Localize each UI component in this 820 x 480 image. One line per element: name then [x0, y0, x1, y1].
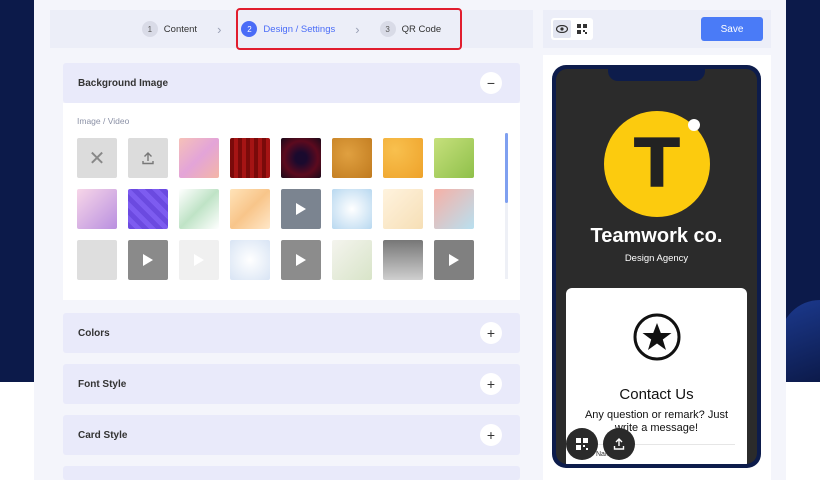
background-tile[interactable]: [383, 138, 423, 178]
share-fab-button[interactable]: [603, 428, 635, 460]
background-tile[interactable]: [332, 189, 372, 229]
background-tile[interactable]: [383, 240, 423, 280]
background-tile[interactable]: [128, 189, 168, 229]
step-qr-code[interactable]: 3 QR Code: [379, 21, 442, 37]
step-design-settings[interactable]: 2 Design / Settings: [241, 21, 335, 37]
close-icon: ✕: [88, 147, 106, 170]
card-title: Contact Us: [619, 386, 694, 403]
step-number: 2: [241, 21, 258, 37]
collapse-button[interactable]: −: [480, 72, 502, 94]
background-tile[interactable]: [179, 138, 219, 178]
preview-toolbar: Save: [543, 10, 771, 48]
divider: [578, 444, 735, 445]
step-label: QR Code: [401, 23, 442, 35]
company-logo: T: [604, 111, 710, 217]
step-number: 3: [379, 21, 396, 37]
phone-screen: T Teamwork co. Design Agency Contact Us …: [556, 69, 757, 464]
logo-letter: T: [633, 124, 681, 204]
star-icon: [633, 313, 681, 361]
step-content[interactable]: 1 Content: [141, 21, 198, 37]
background-image-panel: Image / Video ✕: [63, 103, 520, 300]
scrollbar[interactable]: [505, 133, 508, 279]
eye-icon[interactable]: [553, 20, 571, 38]
step-label: Design / Settings: [263, 23, 336, 35]
background-grid: ✕: [77, 138, 474, 280]
background-tile[interactable]: [281, 138, 321, 178]
chevron-right-icon: ›: [355, 21, 360, 37]
section-title: Colors: [78, 327, 110, 339]
section-background-image[interactable]: Background Image −: [63, 63, 520, 103]
phone-preview: T Teamwork co. Design Agency Contact Us …: [552, 65, 761, 468]
step-number: 1: [141, 21, 158, 37]
card-text: Any question or remark? Just write a mes…: [584, 409, 729, 434]
video-tile[interactable]: [281, 189, 321, 229]
phone-notch: [608, 69, 705, 81]
expand-button[interactable]: +: [480, 373, 502, 395]
qr-icon[interactable]: [573, 20, 591, 38]
section-font-style[interactable]: Font Style +: [63, 364, 520, 404]
company-tagline: Design Agency: [624, 253, 689, 264]
qr-icon: [576, 438, 588, 450]
save-button[interactable]: Save: [701, 17, 763, 41]
section-next[interactable]: [63, 466, 520, 480]
play-icon: [296, 203, 306, 215]
play-icon: [296, 254, 306, 266]
expand-button[interactable]: +: [480, 424, 502, 446]
chevron-right-icon: ›: [217, 21, 222, 37]
background-tile[interactable]: [77, 240, 117, 280]
qr-fab-button[interactable]: [566, 428, 598, 460]
background-tile[interactable]: [179, 189, 219, 229]
background-tile[interactable]: [434, 189, 474, 229]
video-tile[interactable]: [179, 240, 219, 280]
background-tile[interactable]: [332, 240, 372, 280]
logo-dot: [688, 119, 700, 131]
stepper: 1 Content › 2 Design / Settings › 3 QR C…: [50, 10, 533, 48]
play-icon: [143, 254, 153, 266]
background-tile[interactable]: [434, 138, 474, 178]
share-icon: [613, 438, 625, 450]
background-tile[interactable]: [230, 138, 270, 178]
video-tile[interactable]: [128, 240, 168, 280]
section-title: Card Style: [78, 429, 128, 441]
section-title: Font Style: [78, 378, 127, 390]
play-icon: [194, 254, 204, 266]
no-background-tile[interactable]: ✕: [77, 138, 117, 178]
step-label: Content: [163, 23, 198, 35]
video-tile[interactable]: [434, 240, 474, 280]
background-tile[interactable]: [383, 189, 423, 229]
view-toggle: [551, 18, 593, 40]
video-tile[interactable]: [281, 240, 321, 280]
upload-icon: [142, 152, 154, 165]
upload-tile[interactable]: [128, 138, 168, 178]
background-tile[interactable]: [77, 189, 117, 229]
section-card-style[interactable]: Card Style +: [63, 415, 520, 455]
background-tile[interactable]: [230, 240, 270, 280]
section-title: Background Image: [78, 77, 169, 89]
media-type-label: Image / Video: [77, 116, 130, 126]
section-colors[interactable]: Colors +: [63, 313, 520, 353]
expand-button[interactable]: +: [480, 322, 502, 344]
company-name: Teamwork co.: [590, 225, 723, 247]
background-tile[interactable]: [332, 138, 372, 178]
play-icon: [449, 254, 459, 266]
background-tile[interactable]: [230, 189, 270, 229]
